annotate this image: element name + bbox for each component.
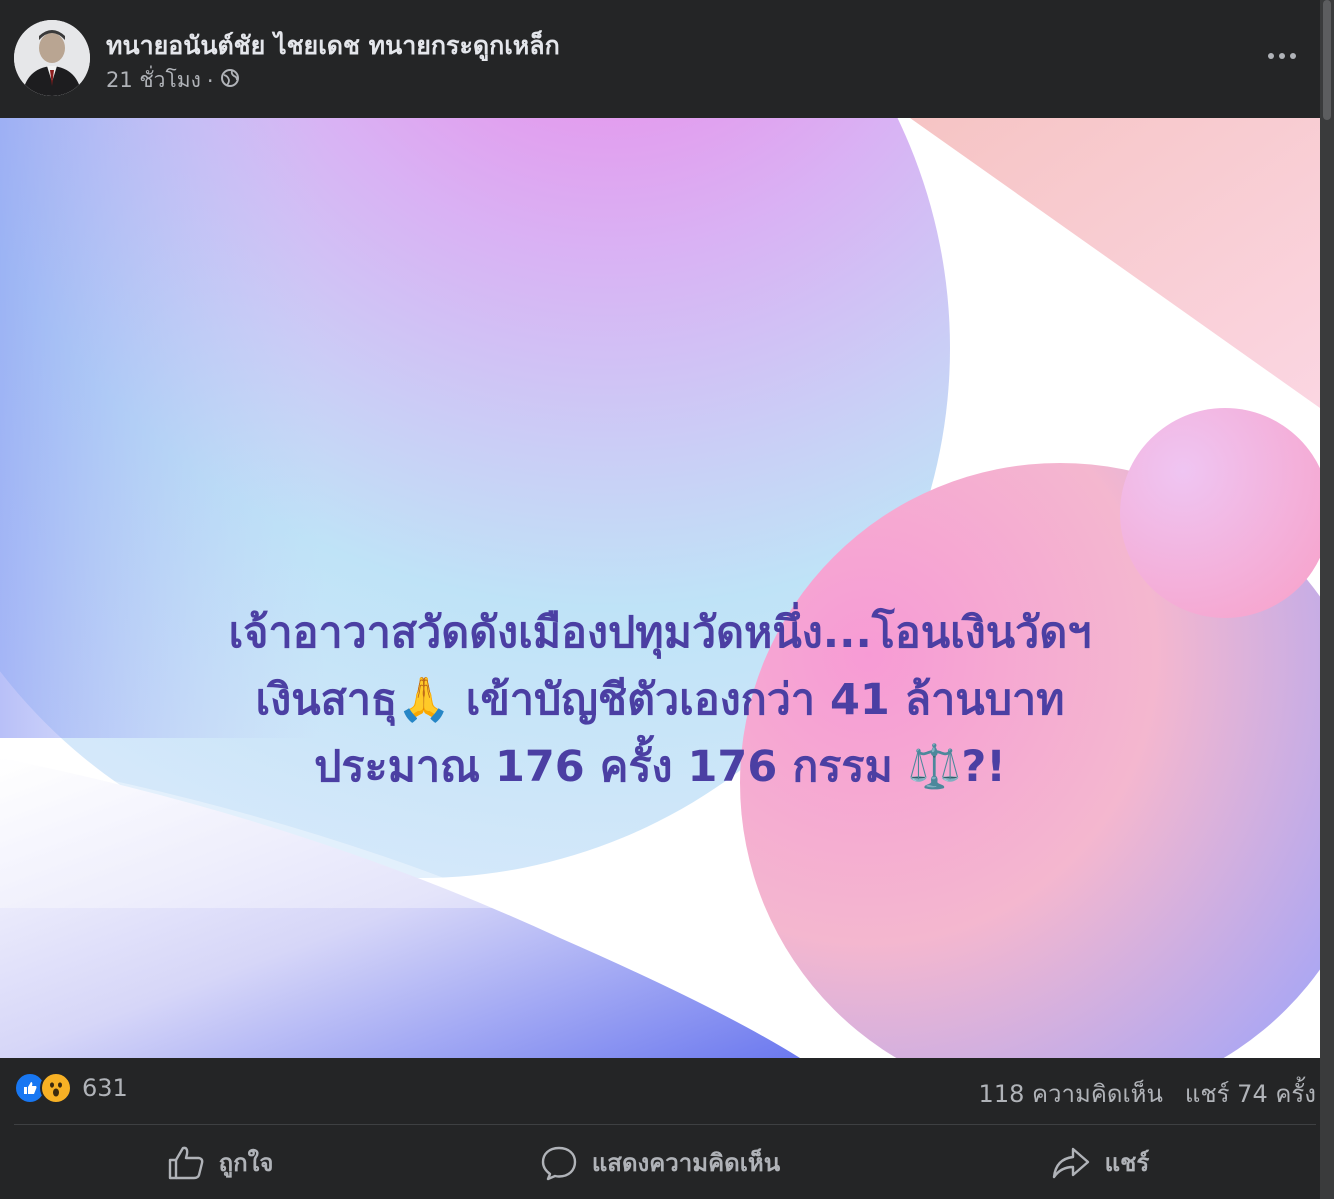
scrollbar[interactable] xyxy=(1320,0,1334,1199)
headline-line-2: เงินสาธุ🙏 เข้าบัญชีตัวเองกว่า 41 ล้านบาท xyxy=(255,675,1065,725)
thumbs-up-icon xyxy=(167,1145,205,1181)
actions-divider xyxy=(14,1124,1316,1125)
scrollbar-thumb[interactable] xyxy=(1323,0,1331,120)
share-count[interactable]: แชร์ 74 ครั้ง xyxy=(1185,1074,1316,1113)
headline-line-1: เจ้าอาวาสวัดดังเมืองปทุมวัดหนึ่ง...โอนเง… xyxy=(228,608,1092,658)
reaction-count: 631 xyxy=(82,1074,128,1102)
post-headline: เจ้าอาวาสวัดดังเมืองปทุมวัดหนึ่ง...โอนเง… xyxy=(40,600,1280,801)
engagement-counts: 118 ความคิดเห็น แชร์ 74 ครั้ง xyxy=(979,1074,1316,1113)
post-time[interactable]: 21 ชั่วโมง xyxy=(106,64,201,97)
author-avatar[interactable] xyxy=(14,20,90,96)
share-label: แชร์ xyxy=(1104,1149,1150,1177)
comment-button[interactable]: แสดงความคิดเห็น xyxy=(440,1126,880,1199)
share-button[interactable]: แชร์ xyxy=(880,1126,1320,1199)
abstract-gradient-background xyxy=(0,118,1320,1058)
more-horizontal-icon[interactable] xyxy=(1264,38,1300,74)
like-button[interactable]: ถูกใจ xyxy=(0,1126,440,1199)
headline-line-3: ประมาณ 176 ครั้ง 176 กรรม ⚖️?! xyxy=(314,742,1006,792)
comment-count[interactable]: 118 ความคิดเห็น xyxy=(979,1074,1163,1113)
facebook-post: ทนายอนันต์ชัย ไชยเดช ทนายกระดูกเหล็ก 21 … xyxy=(0,0,1320,1199)
post-actions: ถูกใจ แสดงความคิดเห็น แชร์ xyxy=(0,1126,1320,1199)
share-arrow-icon xyxy=(1051,1145,1091,1181)
wow-icon xyxy=(40,1072,72,1104)
reaction-summary[interactable]: 631 xyxy=(14,1072,128,1104)
post-meta: 21 ชั่วโมง · xyxy=(106,64,240,97)
post-header: ทนายอนันต์ชัย ไชยเดช ทนายกระดูกเหล็ก 21 … xyxy=(0,0,1320,118)
post-image[interactable]: เจ้าอาวาสวัดดังเมืองปทุมวัดหนึ่ง...โอนเง… xyxy=(0,118,1320,1058)
post-stats: 631 118 ความคิดเห็น แชร์ 74 ครั้ง xyxy=(0,1058,1320,1122)
author-name[interactable]: ทนายอนันต์ชัย ไชยเดช ทนายกระดูกเหล็ก xyxy=(106,26,560,66)
meta-separator: · xyxy=(206,68,214,93)
like-label: ถูกใจ xyxy=(218,1149,274,1177)
comment-bubble-icon xyxy=(540,1145,578,1181)
globe-icon xyxy=(220,68,240,93)
comment-label: แสดงความคิดเห็น xyxy=(591,1149,781,1177)
